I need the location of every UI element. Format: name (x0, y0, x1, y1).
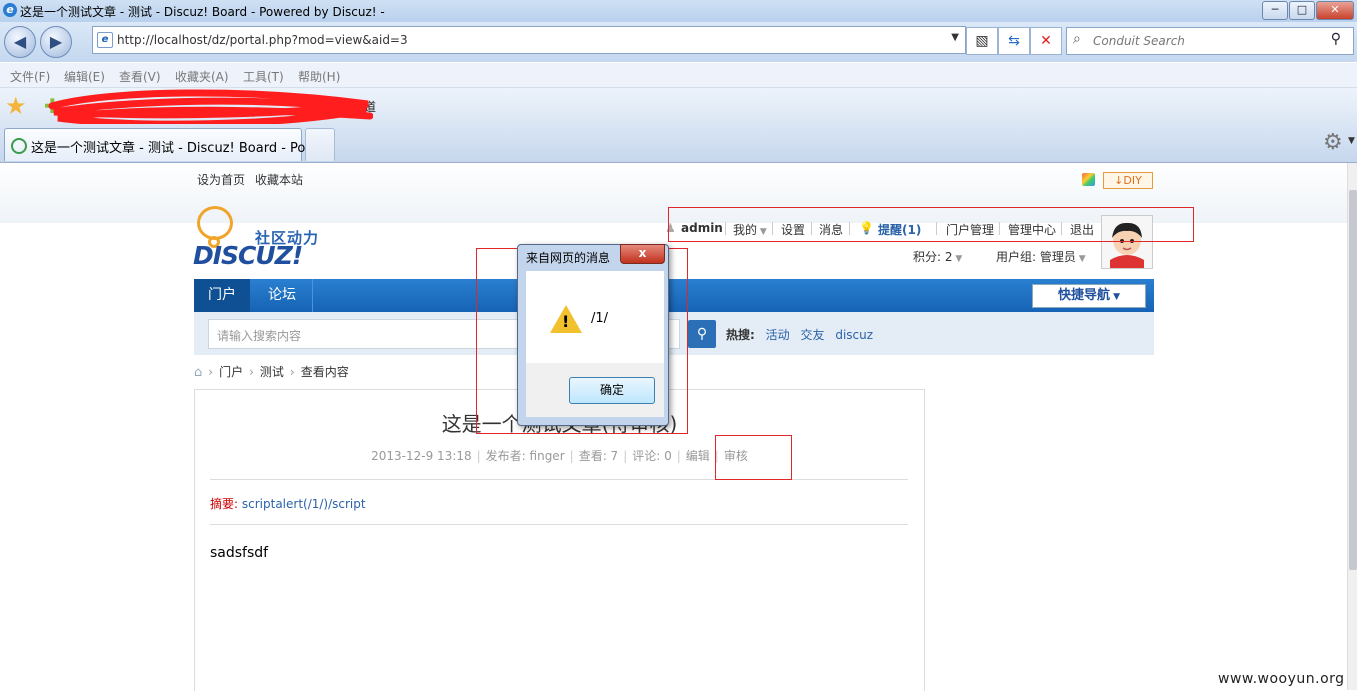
address-dropdown-icon[interactable]: ▼ (951, 32, 959, 43)
breadcrumb: ⌂ › 门户 › 测试 › 查看内容 (194, 365, 349, 380)
hot-searches: 热搜: 活动 交友 discuz (726, 326, 873, 343)
window-title: 这是一个测试文章 - 测试 - Discuz! Board - Powered … (20, 5, 385, 19)
ie-logo-icon: e (3, 3, 17, 17)
logo-text[interactable]: DISCUZ! (193, 241, 303, 270)
quick-nav-button[interactable]: 快捷导航 ▼ (1032, 284, 1146, 308)
logo-bubble-icon (197, 206, 233, 240)
chevron-down-icon[interactable]: ▼ (1348, 136, 1355, 146)
hot-term-activity[interactable]: 活动 (766, 328, 790, 342)
style-palette-icon[interactable] (1082, 173, 1095, 186)
article-comments: 评论: 0 (632, 449, 672, 463)
gear-icon[interactable]: ⚙ (1323, 130, 1343, 155)
hot-search-label: 热搜: (726, 328, 755, 342)
search-box[interactable]: ⌕ Conduit Search ⚲ (1066, 27, 1354, 55)
dialog-body: ! /1/ (526, 271, 664, 363)
browser-navbar: ◀ ▶ e http://localhost/dz/portal.php?mod… (0, 22, 1357, 62)
window-titlebar: e 这是一个测试文章 - 测试 - Discuz! Board - Powere… (0, 0, 1357, 22)
breadcrumb-category[interactable]: 测试 (260, 365, 284, 379)
diy-label: DIY (1123, 174, 1142, 187)
scrollbar-thumb[interactable] (1349, 190, 1357, 570)
summary-value: scriptalert(/1/)/script (241, 497, 366, 511)
divider (210, 479, 908, 480)
breadcrumb-current: 查看内容 (300, 365, 349, 379)
forward-button[interactable]: ▶ (40, 26, 72, 58)
edit-link[interactable]: 编辑 (686, 449, 710, 463)
hot-term-discuz[interactable]: discuz (835, 328, 873, 342)
menu-bar: 文件(F) 编辑(E) 查看(V) 收藏夹(A) 工具(T) 帮助(H) (0, 63, 1357, 88)
article-body: sadsfsdf (210, 545, 269, 561)
page-icon: e (97, 32, 113, 48)
article-summary: 摘要: scriptalert(/1/)/script (210, 495, 366, 512)
tab-bar: 这是一个测试文章 - 测试 - Discuz! Board - Po... ⚙ … (0, 124, 1357, 163)
bookmark-site-link[interactable]: 收藏本站 (255, 171, 303, 188)
diy-button[interactable]: ↓DIY (1103, 172, 1153, 189)
menu-edit[interactable]: 编辑(E) (64, 68, 105, 85)
annotation-box-userbar (668, 207, 1194, 242)
close-window-button[interactable]: ✕ (1316, 1, 1354, 20)
home-icon[interactable]: ⌂ (194, 365, 202, 380)
search-icon: ⚲ (696, 326, 708, 342)
dialog-title: 来自网页的消息 (526, 251, 611, 265)
tab-active[interactable]: 这是一个测试文章 - 测试 - Discuz! Board - Po... (4, 128, 318, 161)
article-views: 查看: 7 (578, 449, 619, 463)
search-button[interactable]: ⚲ (688, 320, 716, 348)
compat-view-button[interactable]: ▧ (966, 27, 998, 55)
alert-dialog: 来自网页的消息 x ! /1/ 确定 (517, 244, 669, 426)
ok-button[interactable]: 确定 (569, 377, 655, 404)
maximize-button[interactable]: □ (1289, 1, 1315, 20)
loading-icon (11, 138, 27, 154)
address-bar[interactable]: e http://localhost/dz/portal.php?mod=vie… (92, 26, 966, 54)
minimize-button[interactable]: ─ (1262, 1, 1288, 20)
menu-tools[interactable]: 工具(T) (243, 68, 284, 85)
search-icon[interactable]: ⚲ (1331, 31, 1341, 47)
favorites-star-icon[interactable]: ★ (5, 92, 27, 120)
refresh-button[interactable]: ⇆ (998, 27, 1030, 55)
tab-title: 这是一个测试文章 - 测试 - Discuz! Board - Po... (31, 141, 318, 156)
dialog-close-button[interactable]: x (620, 244, 665, 264)
set-homepage-link[interactable]: 设为首页 (197, 171, 245, 188)
new-tab-button[interactable] (305, 128, 335, 161)
summary-label: 摘要: (210, 497, 239, 511)
watermark: www.wooyun.org (1218, 671, 1345, 687)
article-meta: 2013-12-9 13:18 | 发布者: finger | 查看: 7 | 评论: 0 |… (371, 449, 748, 463)
stop-button[interactable]: ✕ (1030, 27, 1062, 55)
points-label: 积分: 2 (913, 250, 953, 264)
site-search-placeholder: 请输入搜索内容 (217, 329, 302, 343)
address-url: http://localhost/dz/portal.php?mod=view&… (117, 33, 408, 47)
hot-term-friends[interactable]: 交友 (800, 328, 824, 342)
nav-forum[interactable]: 论坛 (252, 279, 313, 312)
points-menu[interactable]: 积分: 2 ▼ (913, 248, 962, 265)
menu-help[interactable]: 帮助(H) (298, 68, 340, 85)
usergroup-label: 用户组: 管理员 (996, 250, 1076, 264)
annotation-box-audit (715, 435, 792, 480)
quick-nav-label: 快捷导航 (1057, 288, 1110, 303)
menu-favorites[interactable]: 收藏夹(A) (175, 68, 229, 85)
menu-file[interactable]: 文件(F) (10, 68, 50, 85)
warning-mark-icon: ! (562, 312, 570, 331)
article-author[interactable]: 发布者: finger (486, 449, 565, 463)
search-placeholder: Conduit Search (1093, 34, 1185, 48)
usergroup-menu[interactable]: 用户组: 管理员 ▼ (996, 248, 1086, 265)
divider (210, 524, 908, 525)
back-button[interactable]: ◀ (4, 26, 36, 58)
search-provider-icon: ⌕ (1073, 31, 1081, 47)
dialog-footer: 确定 (526, 363, 664, 417)
article-date: 2013-12-9 13:18 (371, 449, 472, 463)
nav-portal[interactable]: 门户 (194, 279, 250, 312)
menu-view[interactable]: 查看(V) (119, 68, 161, 85)
dialog-message: /1/ (591, 311, 609, 326)
article-panel: 这是一个测试文章(待审核) 2013-12-9 13:18|发布者: finge… (194, 389, 925, 691)
breadcrumb-portal[interactable]: 门户 (219, 365, 243, 379)
